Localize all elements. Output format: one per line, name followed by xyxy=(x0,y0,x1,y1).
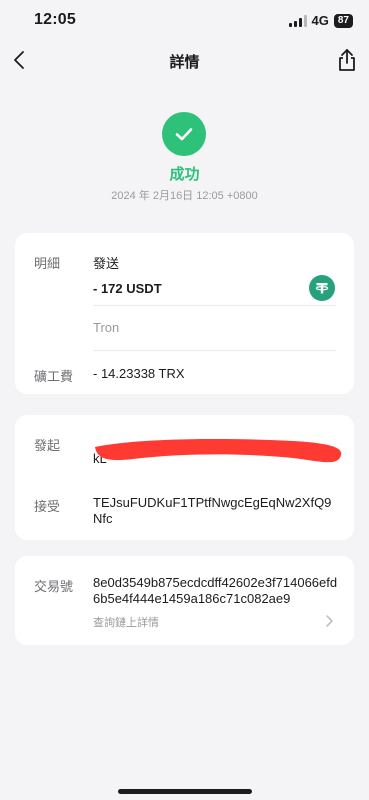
status-bar: 12:05 4G 87 xyxy=(0,0,369,42)
status-indicators: 4G 87 xyxy=(288,13,353,28)
divider xyxy=(93,305,336,306)
to-address[interactable]: TEJsuFUDKuF1TPtfNwgcEgEqNw2XfQ9Nfc xyxy=(93,495,338,527)
share-icon xyxy=(339,49,355,71)
divider xyxy=(93,350,336,351)
transaction-status: 成功 xyxy=(169,166,200,183)
transaction-hash[interactable]: 8e0d3549b875ecdcdff42602e3f714066efd6b5e… xyxy=(93,575,338,607)
to-label: 接受 xyxy=(34,499,61,514)
cellular-signal-icon xyxy=(288,14,307,27)
hash-label: 交易號 xyxy=(34,579,74,594)
fee-amount: - 14.23338 TRX xyxy=(93,366,185,381)
home-indicator[interactable] xyxy=(118,789,252,794)
details-card: 明細 發送 - 172 USDT Tron 礦工費 - 14.23338 TRX xyxy=(15,233,354,394)
redaction-mark xyxy=(95,439,342,463)
success-check-icon xyxy=(162,112,206,156)
transaction-type: 發送 xyxy=(93,256,120,271)
explorer-link[interactable]: 查詢鏈上詳情 xyxy=(93,614,159,630)
nav-bar: 詳情 xyxy=(0,42,369,78)
status-time: 12:05 xyxy=(34,11,76,28)
transaction-amount: - 172 USDT xyxy=(93,281,162,296)
transaction-datetime: 2024 年 2月16日 12:05 +0800 xyxy=(111,190,258,202)
fee-label: 礦工費 xyxy=(34,369,74,384)
network-type: 4G xyxy=(311,13,329,28)
detail-label: 明細 xyxy=(34,256,61,271)
hash-card: 交易號 8e0d3549b875ecdcdff42602e3f714066efd… xyxy=(15,556,354,645)
page-title: 詳情 xyxy=(169,54,200,71)
address-card: 發起 kL 接受 TEJsuFUDKuF1TPtfNwgcEgEqNw2XfQ9… xyxy=(15,415,354,540)
chevron-right-icon[interactable] xyxy=(324,614,334,628)
network-name: Tron xyxy=(93,320,120,335)
from-label: 發起 xyxy=(34,438,61,453)
tether-usdt-icon xyxy=(309,275,335,301)
share-button[interactable] xyxy=(335,47,359,73)
battery-icon: 87 xyxy=(333,13,353,28)
